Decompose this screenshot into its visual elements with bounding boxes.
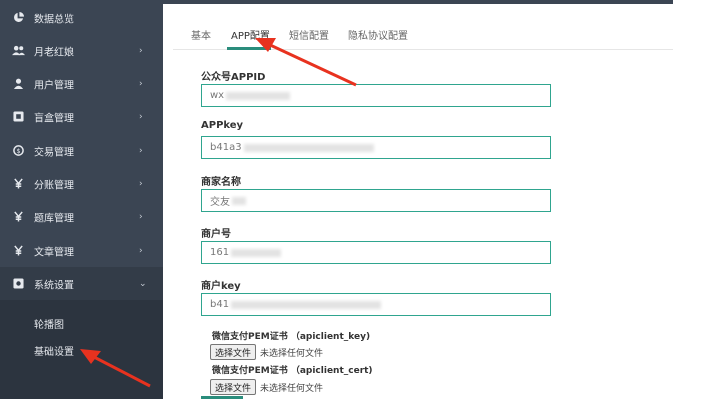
file-status: 未选择任何文件 [260, 348, 324, 359]
appkey-input[interactable]: b41a3 [201, 136, 551, 159]
file-status: 未选择任何文件 [260, 383, 324, 394]
sidebar-item-label: 系统设置 [34, 280, 74, 291]
sidebar-item-matchmaker[interactable]: 月老红娘 › [0, 34, 163, 67]
choose-file-button[interactable]: 选择文件 [210, 344, 257, 360]
sidebar-item-system-settings[interactable]: 系统设置 ⌄ [0, 267, 163, 300]
coin-icon: $ [11, 144, 25, 158]
redacted-text [231, 300, 382, 309]
merchant-name-input[interactable]: 交友 [201, 189, 551, 212]
choose-file-button[interactable]: 选择文件 [210, 379, 257, 395]
appid-label: 公众号APPID [201, 72, 266, 83]
active-tab-indicator [227, 47, 271, 50]
chevron-right-icon: › [139, 211, 143, 222]
sidebar-item-label: 交易管理 [34, 147, 74, 158]
chevron-right-icon: › [139, 45, 143, 56]
chevron-right-icon: › [139, 178, 143, 189]
sidebar-item-overview[interactable]: 数据总览 [0, 1, 163, 34]
tab-basic[interactable]: 基本 [191, 27, 211, 42]
sidebar-item-blindbox[interactable]: 盲盒管理 › [0, 100, 163, 133]
sidebar-submenu: 轮播图 基础设置 [0, 300, 163, 399]
settings-square-icon [11, 277, 25, 291]
cert-cert-file-picker: 选择文件 未选择任何文件 [210, 379, 323, 395]
sidebar-item-articles[interactable]: 文章管理 › [0, 234, 163, 267]
sidebar-item-label: 用户管理 [34, 80, 74, 91]
sidebar: 数据总览 月老红娘 › 用户管理 › 盲盒管理 › $ 交易管理 › 分账管理 … [0, 0, 163, 399]
pie-chart-icon [11, 11, 25, 25]
sidebar-item-label: 数据总览 [34, 14, 74, 25]
tab-app-config[interactable]: APP配置 [231, 27, 270, 42]
appid-input[interactable]: wx [201, 84, 551, 107]
merchant-key-label: 商户key [201, 281, 241, 292]
merchant-id-label: 商户号 [201, 229, 231, 240]
sidebar-item-label: 分账管理 [34, 180, 74, 191]
appkey-label: APPkey [201, 120, 244, 131]
cert-key-file-picker: 选择文件 未选择任何文件 [210, 344, 323, 360]
chevron-right-icon: › [139, 245, 143, 256]
sidebar-item-question-bank[interactable]: 题库管理 › [0, 200, 163, 233]
top-bar [163, 0, 673, 4]
appkey-value: b41a3 [210, 142, 242, 153]
chevron-down-icon: ⌄ [139, 278, 147, 289]
chevron-right-icon: › [139, 78, 143, 89]
yen-icon [11, 210, 25, 224]
merchant-id-input[interactable]: 161 [201, 241, 551, 264]
merchant-key-value: b41 [210, 299, 230, 310]
redacted-text [231, 248, 282, 257]
appid-value: wx [210, 90, 225, 101]
svg-text:$: $ [16, 147, 20, 155]
yen-icon [11, 244, 25, 258]
cert-cert-label: 微信支付PEM证书 （apiclient_cert) [212, 366, 373, 376]
sidebar-item-label: 题库管理 [34, 213, 74, 224]
settings-panel: 基本 APP配置 短信配置 隐私协议配置 公众号APPID wx APPkey … [173, 16, 673, 399]
submenu-item-carousel[interactable]: 轮播图 [34, 316, 64, 331]
sidebar-item-transactions[interactable]: $ 交易管理 › [0, 134, 163, 167]
chevron-right-icon: › [139, 145, 143, 156]
merchant-key-input[interactable]: b41 [201, 293, 551, 316]
tab-privacy-config[interactable]: 隐私协议配置 [348, 27, 408, 42]
redacted-text [226, 91, 291, 100]
user-icon [11, 77, 25, 91]
box-icon [11, 110, 25, 124]
redacted-text [232, 196, 246, 205]
merchant-id-value: 161 [210, 247, 230, 258]
redacted-text [243, 143, 374, 152]
sidebar-item-label: 月老红娘 [34, 47, 74, 58]
users-icon [11, 44, 25, 58]
yen-icon [11, 177, 25, 191]
merchant-name-value: 交友 [210, 197, 230, 208]
submenu-item-basic-settings[interactable]: 基础设置 [34, 343, 74, 358]
tab-sms-config[interactable]: 短信配置 [289, 27, 329, 42]
sidebar-item-label: 盲盒管理 [34, 113, 74, 124]
merchant-name-label: 商家名称 [201, 177, 241, 188]
sidebar-item-label: 文章管理 [34, 247, 74, 258]
tab-bar: 基本 APP配置 短信配置 隐私协议配置 [173, 16, 673, 50]
sidebar-item-users[interactable]: 用户管理 › [0, 67, 163, 100]
cert-key-label: 微信支付PEM证书 （apiclient_key) [212, 332, 371, 342]
sidebar-item-split[interactable]: 分账管理 › [0, 167, 163, 200]
chevron-right-icon: › [139, 111, 143, 122]
